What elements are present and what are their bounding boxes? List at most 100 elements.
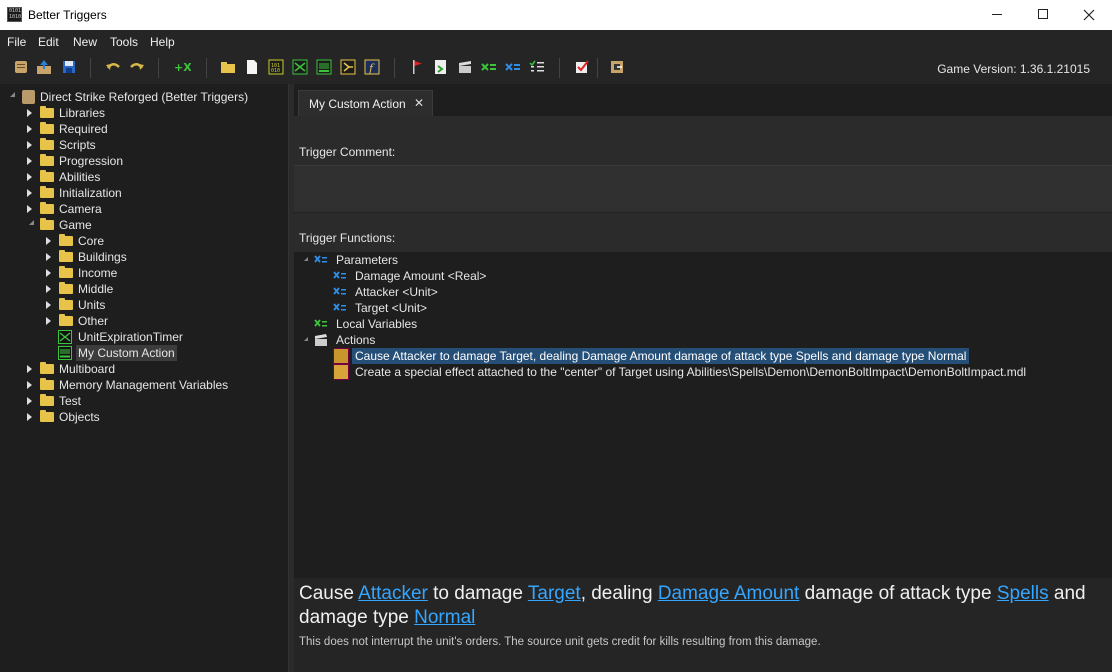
- tree-item-label: Buildings: [78, 250, 127, 264]
- parameter-item[interactable]: Damage Amount <Real>: [333, 268, 633, 284]
- tree-item-abilities[interactable]: Abilities: [27, 169, 277, 185]
- tree-item-memory-management[interactable]: Memory Management Variables: [27, 377, 277, 393]
- expand-arrow-icon[interactable]: [27, 157, 32, 165]
- tree-item-other[interactable]: Other: [46, 313, 276, 329]
- expand-arrow-icon[interactable]: [46, 253, 51, 261]
- tree-root[interactable]: Direct Strike Reforged (Better Triggers): [8, 89, 278, 105]
- parameter-label: Damage Amount <Real>: [355, 269, 487, 283]
- svg-text:010: 010: [271, 68, 280, 74]
- actions-node[interactable]: Actions: [304, 332, 504, 348]
- expand-arrow-icon[interactable]: [46, 285, 51, 293]
- trigger-functions-tree[interactable]: Parameters Damage Amount <Real> Attacker…: [294, 252, 1112, 578]
- close-button[interactable]: [1066, 0, 1112, 30]
- tree-item-middle[interactable]: Middle: [46, 281, 276, 297]
- local-variable-icon[interactable]: [480, 58, 498, 76]
- expand-arrow-icon[interactable]: [27, 109, 32, 117]
- checklist-icon[interactable]: [528, 58, 546, 76]
- expand-arrow-icon[interactable]: [46, 269, 51, 277]
- parameter-icon[interactable]: [504, 58, 522, 76]
- tree-item-test[interactable]: Test: [27, 393, 277, 409]
- door-icon[interactable]: [608, 58, 626, 76]
- expand-arrow-icon[interactable]: [27, 173, 32, 181]
- expand-arrow-icon[interactable]: [46, 237, 51, 245]
- tree-item-label: Libraries: [59, 106, 106, 120]
- tree-item-progression[interactable]: Progression: [27, 153, 277, 169]
- parameter-link-damage-type[interactable]: Normal: [414, 607, 475, 628]
- redo-icon[interactable]: [128, 58, 146, 76]
- expand-arrow-icon[interactable]: [27, 397, 32, 405]
- menu-new[interactable]: New: [73, 35, 97, 49]
- tree-item-game[interactable]: Game: [27, 217, 277, 233]
- maximize-button[interactable]: [1020, 0, 1066, 30]
- tree-item-multiboard[interactable]: Multiboard: [27, 361, 277, 377]
- parameter-link-target[interactable]: Target: [528, 583, 581, 604]
- tree-item-label: Objects: [59, 410, 100, 424]
- flag-icon[interactable]: [408, 58, 426, 76]
- toolbar-separator: [90, 58, 91, 78]
- tree-item-income[interactable]: Income: [46, 265, 276, 281]
- expand-arrow-icon[interactable]: [27, 125, 32, 133]
- new-script-icon[interactable]: 101010: [267, 58, 285, 76]
- expand-arrow-icon[interactable]: [27, 205, 32, 213]
- new-file-icon[interactable]: [243, 58, 261, 76]
- expand-arrow-icon[interactable]: [27, 365, 32, 373]
- minimize-button[interactable]: [974, 0, 1020, 30]
- collapse-arrow-icon[interactable]: [304, 257, 308, 261]
- test-map-icon[interactable]: [432, 58, 450, 76]
- tree-item-label: Income: [78, 266, 118, 280]
- parameter-link-attack-type[interactable]: Spells: [997, 583, 1049, 604]
- new-variable-icon[interactable]: +X: [173, 58, 191, 76]
- collapse-arrow-icon[interactable]: [8, 92, 15, 99]
- expand-arrow-icon[interactable]: [27, 381, 32, 389]
- new-trigger-icon[interactable]: [291, 58, 309, 76]
- menu-help[interactable]: Help: [150, 35, 175, 49]
- parameter-item[interactable]: Target <Unit>: [333, 300, 633, 316]
- collapse-arrow-icon[interactable]: [27, 220, 34, 227]
- new-folder-icon[interactable]: [219, 58, 237, 76]
- tree-item-buildings[interactable]: Buildings: [46, 249, 276, 265]
- toolbar: +X 101 010 f Game Version: 1.36.1.21015: [0, 52, 1112, 84]
- tree-item-initialization[interactable]: Initialization: [27, 185, 277, 201]
- action-item-selected[interactable]: Cause Attacker to damage Target, dealing…: [333, 348, 1013, 364]
- action-item[interactable]: Create a special effect attached to the …: [333, 364, 1053, 380]
- parameters-node[interactable]: Parameters: [304, 252, 504, 268]
- expand-arrow-icon[interactable]: [46, 301, 51, 309]
- scroll-icon[interactable]: [12, 58, 30, 76]
- parameter-item[interactable]: Attacker <Unit>: [333, 284, 633, 300]
- new-action-icon[interactable]: [315, 58, 333, 76]
- tree-item-unit-expiration-timer[interactable]: UnitExpirationTimer: [46, 329, 276, 345]
- expand-arrow-icon[interactable]: [27, 189, 32, 197]
- save-icon[interactable]: [60, 58, 78, 76]
- trigger-comment-input[interactable]: [294, 165, 1112, 213]
- tree-item-objects[interactable]: Objects: [27, 409, 277, 425]
- tree-item-my-custom-action[interactable]: My Custom Action: [46, 345, 276, 361]
- tab-close-icon[interactable]: ✕: [414, 96, 424, 110]
- expand-arrow-icon[interactable]: [27, 413, 32, 421]
- trigger-explorer-tree[interactable]: Direct Strike Reforged (Better Triggers)…: [0, 84, 289, 672]
- collapse-arrow-icon[interactable]: [304, 337, 308, 341]
- clapper-icon: [315, 334, 327, 346]
- parameter-link-damage-amount[interactable]: Damage Amount: [658, 583, 800, 604]
- editor-content: Trigger Comment: Trigger Functions: Para…: [294, 116, 1112, 672]
- expand-arrow-icon[interactable]: [46, 317, 51, 325]
- tree-item-camera[interactable]: Camera: [27, 201, 277, 217]
- new-event-icon[interactable]: [339, 58, 357, 76]
- parameter-link-attacker[interactable]: Attacker: [358, 583, 428, 604]
- clapper-icon[interactable]: [456, 58, 474, 76]
- new-function-icon[interactable]: f: [363, 58, 381, 76]
- tree-item-scripts[interactable]: Scripts: [27, 137, 277, 153]
- tree-item-libraries[interactable]: Libraries: [27, 105, 277, 121]
- local-variables-node[interactable]: Local Variables: [314, 316, 514, 332]
- tree-item-required[interactable]: Required: [27, 121, 277, 137]
- check-box-icon[interactable]: [573, 58, 591, 76]
- export-icon[interactable]: [35, 58, 53, 76]
- undo-icon[interactable]: [104, 58, 122, 76]
- menu-file[interactable]: File: [7, 35, 26, 49]
- menu-edit[interactable]: Edit: [38, 35, 59, 49]
- expand-arrow-icon[interactable]: [27, 141, 32, 149]
- folder-icon: [40, 218, 54, 230]
- menu-tools[interactable]: Tools: [110, 35, 138, 49]
- tree-item-units[interactable]: Units: [46, 297, 276, 313]
- tab-my-custom-action[interactable]: My Custom Action ✕: [298, 90, 433, 116]
- tree-item-core[interactable]: Core: [46, 233, 276, 249]
